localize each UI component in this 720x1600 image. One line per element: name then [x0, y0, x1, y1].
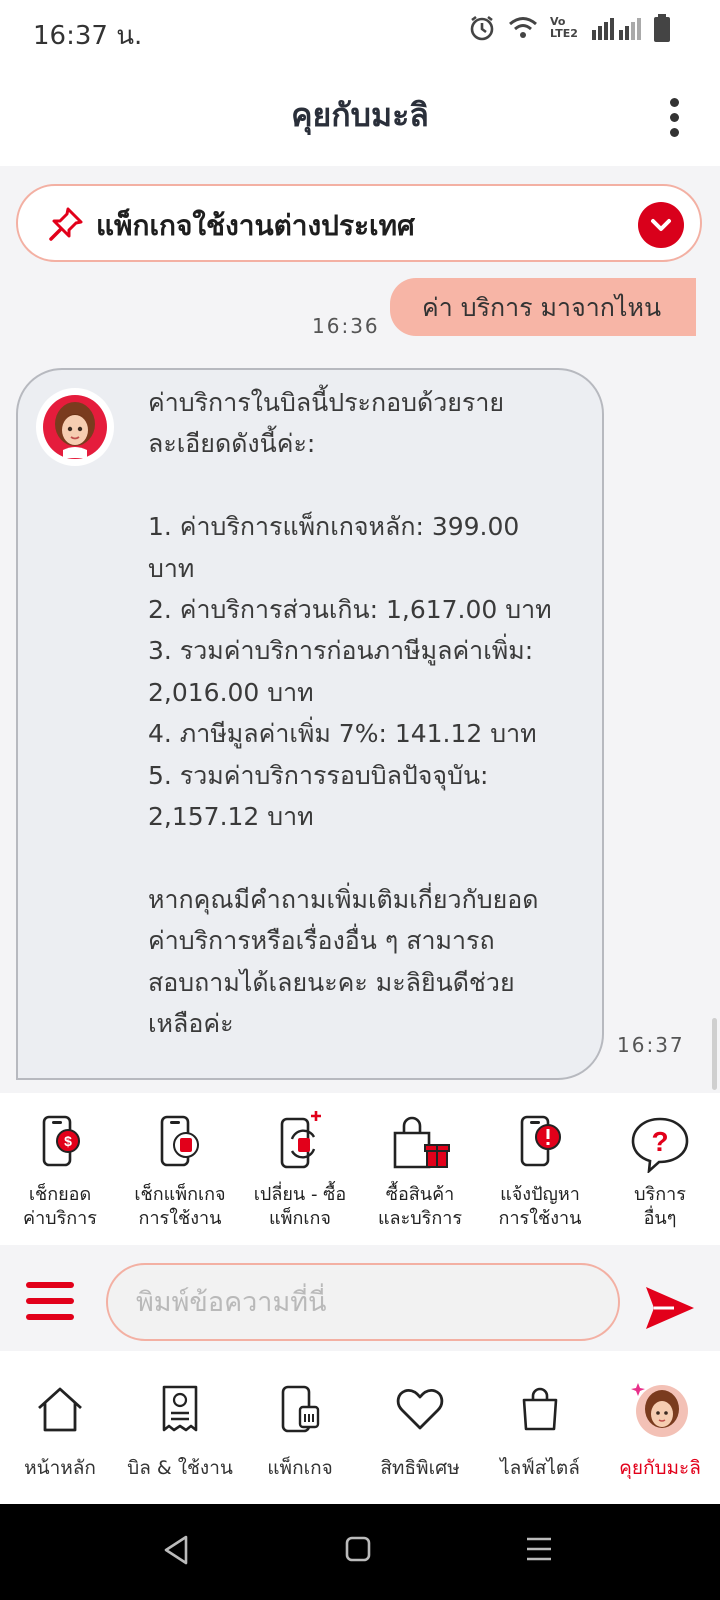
tab-label: คุยกับมะลิ: [619, 1457, 701, 1479]
bot-message-time: 16:37: [617, 1033, 685, 1057]
more-options-icon[interactable]: [666, 98, 682, 138]
phone-swap-icon: [280, 1111, 321, 1169]
chevron-down-icon: [651, 219, 671, 231]
message-input[interactable]: [106, 1263, 620, 1341]
mali-avatar: [36, 388, 114, 466]
home-button-icon[interactable]: [344, 1534, 374, 1564]
svg-text:?: ?: [651, 1126, 668, 1157]
battery-icon: [654, 14, 670, 42]
quick-check-package[interactable]: เช็กแพ็กเกจ การใช้งาน: [120, 1111, 240, 1231]
bottom-tab-bar: หน้าหลัก บิล & ใช้งาน แพ็กเกจ สิทธิพิเศษ…: [0, 1351, 720, 1504]
user-message: ค่า บริการ มาจากไหน: [390, 278, 696, 336]
tab-label: สิทธิพิเศษ: [380, 1457, 460, 1479]
tab-label: หน้าหลัก: [24, 1457, 96, 1479]
chat-area[interactable]: แพ็กเกจใช้งานต่างประเทศ ค่า บริการ มาจาก…: [0, 166, 720, 1093]
expand-button[interactable]: [638, 202, 684, 248]
phone-sim-icon: [160, 1115, 199, 1167]
back-icon[interactable]: [162, 1534, 190, 1566]
tab-home[interactable]: หน้าหลัก: [0, 1381, 120, 1483]
bot-message-text: ค่าบริการในบิลนี้ประกอบด้วยราย ละเอียดดั…: [148, 388, 552, 1039]
tab-label: บิล & ใช้งาน: [127, 1457, 233, 1479]
message-composer: [0, 1245, 720, 1351]
pinned-topic[interactable]: แพ็กเกจใช้งานต่างประเทศ: [16, 184, 702, 262]
tab-package[interactable]: แพ็กเกจ: [240, 1381, 360, 1483]
shopping-bag-gift-icon: [393, 1116, 450, 1169]
quick-label: แจ้งปัญหา การใช้งาน: [498, 1184, 582, 1229]
quick-label: บริการ อื่นๆ: [634, 1184, 686, 1229]
phone-alert-icon: [520, 1115, 561, 1167]
quick-label: เช็กยอด ค่าบริการ: [23, 1184, 97, 1229]
status-bar: 16:37 น. Vo LTE2: [0, 0, 720, 62]
quick-other-services[interactable]: ? บริการ อื่นๆ: [600, 1111, 720, 1231]
chat-scrollbar[interactable]: [712, 1018, 717, 1090]
phone-bill-icon: $: [42, 1115, 80, 1167]
user-message-time: 16:36: [312, 314, 380, 338]
quick-report-problem[interactable]: แจ้งปัญหา การใช้งาน: [480, 1111, 600, 1231]
package-icon: [281, 1385, 320, 1433]
header: คุยกับมะลิ: [0, 62, 720, 166]
tab-label: แพ็กเกจ: [267, 1457, 333, 1479]
menu-icon[interactable]: [26, 1282, 74, 1320]
recent-apps-icon[interactable]: [524, 1534, 554, 1564]
tab-privileges[interactable]: สิทธิพิเศษ: [360, 1381, 480, 1483]
mali-avatar-icon: [631, 1383, 688, 1437]
status-icons: Vo LTE2: [468, 14, 670, 42]
network-label: Vo LTE2: [550, 15, 578, 40]
quick-label: เปลี่ยน - ซื้อ แพ็กเกจ: [253, 1184, 347, 1229]
home-icon: [38, 1387, 82, 1432]
question-bubble-icon: ?: [631, 1117, 689, 1173]
bot-message: ค่าบริการในบิลนี้ประกอบด้วยราย ละเอียดดั…: [16, 368, 604, 1080]
tab-chat-mali[interactable]: คุยกับมะลิ: [600, 1381, 720, 1483]
alarm-icon: [470, 15, 494, 41]
shopping-bag-icon: [522, 1387, 558, 1431]
pinned-topic-label: แพ็กเกจใช้งานต่างประเทศ: [96, 209, 415, 242]
system-nav-bar: [0, 1504, 720, 1600]
tab-lifestyle[interactable]: ไลฟ์สไตล์: [480, 1381, 600, 1483]
page-title: คุยกับมะลิ: [291, 96, 429, 134]
bill-icon: [162, 1385, 198, 1432]
signal-icon: [592, 18, 641, 40]
quick-change-package[interactable]: เปลี่ยน - ซื้อ แพ็กเกจ: [240, 1111, 360, 1231]
tab-bill[interactable]: บิล & ใช้งาน: [120, 1381, 240, 1483]
mali-avatar-icon: [43, 395, 107, 459]
status-time: 16:37 น.: [33, 21, 143, 51]
pin-icon: [49, 207, 83, 241]
quick-label: เช็กแพ็กเกจ การใช้งาน: [134, 1184, 226, 1229]
quick-label: ซื้อสินค้า และบริการ: [377, 1184, 463, 1229]
tab-label: ไลฟ์สไตล์: [500, 1457, 580, 1479]
user-message-text: ค่า บริการ มาจากไหน: [422, 293, 662, 322]
quick-buy-products[interactable]: ซื้อสินค้า และบริการ: [360, 1111, 480, 1231]
heart-icon: [396, 1388, 444, 1430]
svg-text:$: $: [64, 1133, 72, 1149]
quick-check-bill[interactable]: $ เช็กยอด ค่าบริการ: [0, 1111, 120, 1231]
send-icon[interactable]: [644, 1285, 696, 1331]
wifi-icon: [509, 17, 537, 38]
quick-actions: $ เช็กยอด ค่าบริการ เช็กแพ็กเกจ การใช้งา…: [0, 1093, 720, 1245]
